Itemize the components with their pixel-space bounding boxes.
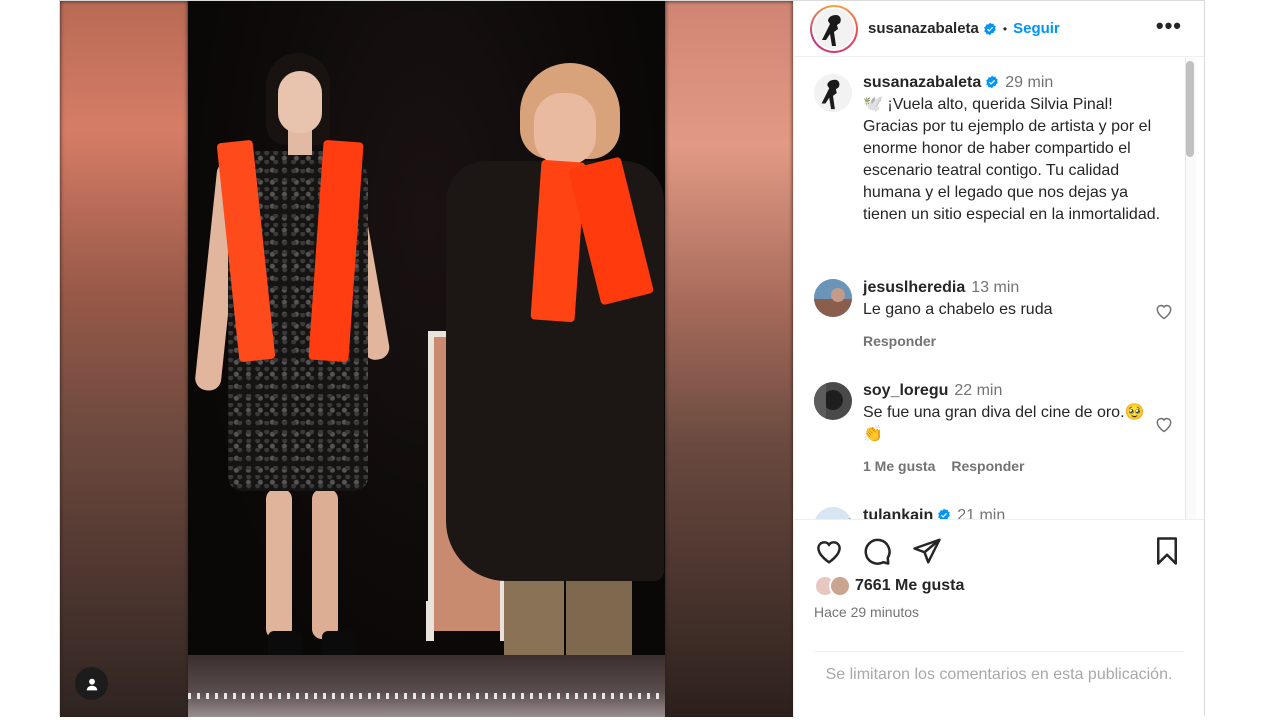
comment-text: Se fue una gran diva del cine de oro.🥹👏 xyxy=(863,404,1145,443)
comment-item: tulankain 21 min xyxy=(814,505,1174,519)
comments-scrollbar-thumb[interactable] xyxy=(1186,61,1194,157)
likes-count[interactable]: 7661 Me gusta xyxy=(855,577,964,595)
comment-like-heart-icon[interactable] xyxy=(1154,301,1174,321)
person-left-leg xyxy=(266,489,292,639)
heart-icon[interactable] xyxy=(814,536,844,566)
verified-badge-icon xyxy=(986,75,999,89)
reply-button[interactable]: Responder xyxy=(863,333,936,349)
comment-avatar[interactable] xyxy=(814,279,852,317)
comment-avatar[interactable] xyxy=(814,507,852,519)
likes-row[interactable]: 7661 Me gusta xyxy=(814,575,964,597)
caption-time: 29 min xyxy=(1005,74,1054,91)
comment-username[interactable]: jesuslheredia xyxy=(863,279,965,296)
caption-username[interactable]: susanazabaleta xyxy=(863,74,981,91)
comment-time: 13 min xyxy=(971,279,1020,296)
bookmark-icon[interactable] xyxy=(1152,536,1182,566)
stage-chair-leg xyxy=(426,601,434,641)
post-header: susanazabaleta • Seguir ••• xyxy=(794,1,1204,57)
post-panel: susanazabaleta • Seguir ••• susanazabale… xyxy=(793,1,1204,717)
stage-floor xyxy=(188,655,665,717)
verified-badge-icon xyxy=(984,22,996,35)
comment-item: jesuslheredia 13 min Le gano a chabelo es… xyxy=(814,277,1174,352)
person-right-face xyxy=(534,93,596,165)
caption-entry: susanazabaleta 29 min 🕊️ ¡Vuela alto, que… xyxy=(814,72,1174,226)
post-photo xyxy=(188,1,665,717)
comments-limited-notice: Se limitaron los comentarios en esta pub… xyxy=(814,651,1184,686)
media-blur-left xyxy=(60,1,188,717)
post-dialog: susanazabaleta • Seguir ••• susanazabale… xyxy=(59,0,1205,717)
author-avatar xyxy=(814,8,854,49)
comment-time: 22 min xyxy=(954,382,1003,399)
liker-avatar xyxy=(829,575,851,597)
share-icon[interactable] xyxy=(912,536,942,566)
user-tag-icon xyxy=(86,678,97,690)
verified-badge-icon xyxy=(938,508,951,519)
comment-icon[interactable] xyxy=(862,536,892,566)
comment-likes[interactable]: 1 Me gusta xyxy=(863,458,935,474)
comment-username[interactable]: tulankain xyxy=(863,507,933,519)
header-separator: • xyxy=(1002,21,1008,36)
caption-text: 🕊️ ¡Vuela alto, querida Silvia Pinal! Gr… xyxy=(863,96,1161,223)
more-options-icon[interactable]: ••• xyxy=(1156,13,1182,39)
caption-avatar[interactable] xyxy=(814,74,852,112)
follow-button[interactable]: Seguir xyxy=(1013,20,1060,37)
comment-text: Le gano a chabelo es ruda xyxy=(863,301,1053,318)
person-left-face xyxy=(278,71,322,133)
media-blur-right xyxy=(665,1,793,717)
comment-avatar[interactable] xyxy=(814,382,852,420)
author-avatar-ring[interactable] xyxy=(810,4,858,53)
reply-button[interactable]: Responder xyxy=(951,458,1024,474)
comment-time: 21 min xyxy=(957,507,1006,519)
author-username[interactable]: susanazabaleta xyxy=(868,20,979,37)
post-media[interactable] xyxy=(60,1,793,717)
comments-list[interactable]: susanazabaleta 29 min 🕊️ ¡Vuela alto, que… xyxy=(794,58,1204,519)
comment-like-heart-icon[interactable] xyxy=(1154,414,1174,434)
comment-username[interactable]: soy_loregu xyxy=(863,382,948,399)
post-timestamp[interactable]: Hace 29 minutos xyxy=(814,604,919,620)
comment-item: soy_loregu 22 min Se fue una gran diva de… xyxy=(814,380,1174,477)
person-left-leg xyxy=(312,489,338,639)
user-tag-button[interactable] xyxy=(75,667,108,700)
stage-lights xyxy=(188,693,665,699)
